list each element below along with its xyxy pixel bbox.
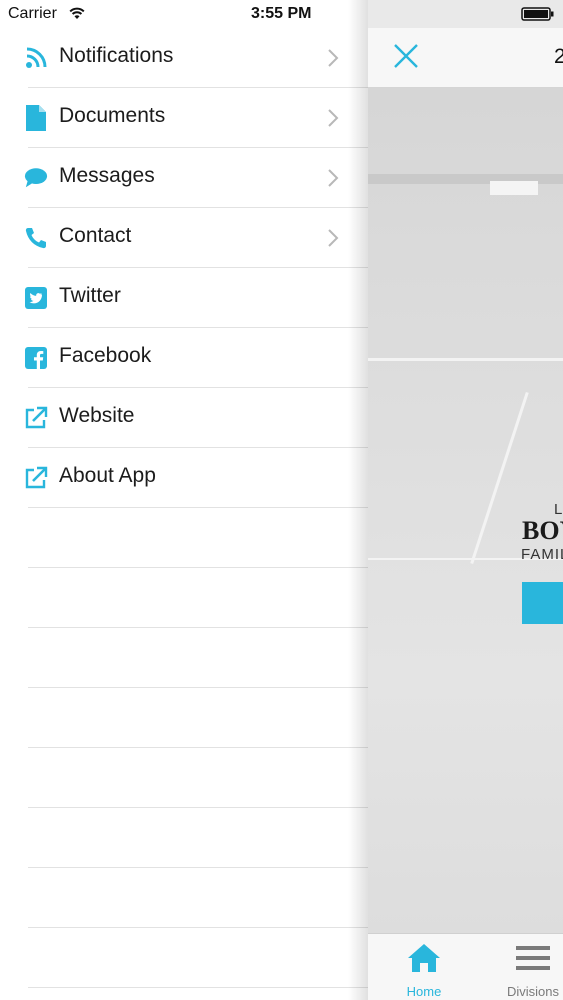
field-line: [470, 391, 529, 565]
menu-item-facebook[interactable]: Facebook: [0, 328, 368, 388]
separator: [28, 627, 368, 628]
menu-item-label: Website: [59, 404, 135, 427]
menu-item-contact[interactable]: Contact: [0, 208, 368, 268]
separator: [28, 807, 368, 808]
status-time: 3:55 PM: [251, 5, 312, 22]
chevron-right-icon: [328, 169, 339, 187]
status-bar: Carrier 3:55 PM: [0, 0, 563, 28]
field-line: [368, 358, 563, 361]
menu-item-label: About App: [59, 464, 156, 487]
close-icon[interactable]: [392, 42, 420, 70]
chevron-right-icon: [328, 229, 339, 247]
separator: [28, 507, 368, 508]
panel-shadow: [348, 0, 368, 1000]
separator: [28, 687, 368, 688]
tab-label: Divisions: [507, 984, 560, 999]
separator: [28, 747, 368, 748]
carrier-label: Carrier: [8, 5, 57, 22]
chevron-right-icon: [328, 49, 339, 67]
outfield-sign: [490, 181, 538, 195]
tab-divisions[interactable]: Divisions: [502, 934, 563, 1000]
separator: [28, 987, 368, 988]
chevron-right-icon: [328, 109, 339, 127]
menu-item-label: Facebook: [59, 344, 152, 367]
menu-item-label: Messages: [59, 164, 155, 187]
home-icon: [408, 944, 440, 972]
menu-item-twitter[interactable]: Twitter: [0, 268, 368, 328]
separator: [28, 567, 368, 568]
side-menu: Notifications Documents Messages Contact…: [0, 28, 368, 1000]
menu-item-label: Documents: [59, 104, 166, 127]
twitter-icon: [24, 286, 48, 310]
menu-item-messages[interactable]: Messages: [0, 148, 368, 208]
phone-icon: [24, 226, 48, 250]
battery-icon: [521, 7, 554, 21]
separator: [28, 927, 368, 928]
external-link-icon: [24, 406, 48, 430]
external-link-icon: [24, 466, 48, 490]
rss-icon: [24, 46, 48, 70]
hamburger-menu-icon: [516, 946, 550, 970]
separator: [28, 867, 368, 868]
menu-item-website[interactable]: Website: [0, 388, 368, 448]
menu-item-notifications[interactable]: Notifications: [0, 28, 368, 88]
wifi-icon: [69, 7, 85, 19]
tab-bar: Home Divisions: [368, 933, 563, 1000]
menu-item-about-app[interactable]: About App: [0, 448, 368, 508]
menu-item-documents[interactable]: Documents: [0, 88, 368, 148]
nav-title: 2: [554, 45, 563, 68]
hero-action-button[interactable]: [522, 582, 563, 624]
logo-text-line2: BOY: [522, 516, 563, 545]
hero-background-image: L BOY FAMIL: [368, 88, 563, 933]
main-panel[interactable]: 2 L BOY FAMIL Home Divisions: [368, 0, 563, 1000]
chat-bubble-icon: [24, 166, 48, 190]
menu-item-label: Contact: [59, 224, 132, 247]
document-icon: [24, 105, 48, 131]
menu-item-label: Notifications: [59, 44, 174, 67]
tab-home[interactable]: Home: [398, 934, 450, 1000]
nav-bar: 2: [368, 28, 563, 88]
logo-text-line3: FAMIL: [521, 546, 563, 563]
menu-item-label: Twitter: [59, 284, 121, 307]
tab-label: Home: [406, 984, 442, 999]
facebook-icon: [24, 346, 48, 370]
